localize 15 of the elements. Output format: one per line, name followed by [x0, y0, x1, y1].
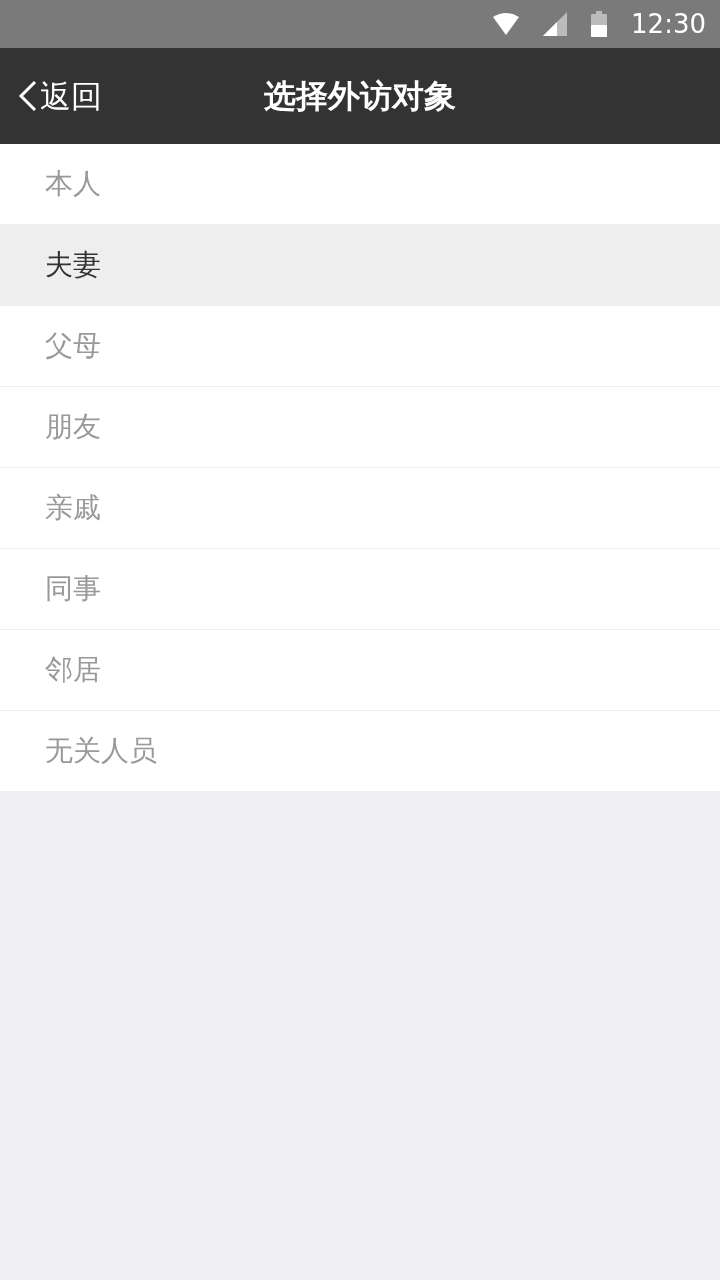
- list-item[interactable]: 父母: [0, 306, 720, 387]
- list-item[interactable]: 亲戚: [0, 468, 720, 549]
- status-time: 12:30: [631, 7, 706, 41]
- list-item[interactable]: 夫妻: [0, 225, 720, 306]
- back-button[interactable]: 返回: [18, 48, 102, 144]
- battery-icon: [591, 11, 608, 37]
- wifi-icon: [493, 13, 520, 35]
- list-item[interactable]: 同事: [0, 549, 720, 630]
- list-item[interactable]: 本人: [0, 144, 720, 225]
- list-item[interactable]: 朋友: [0, 387, 720, 468]
- chevron-left-icon: [18, 80, 38, 112]
- page-title: 选择外访对象: [264, 76, 456, 117]
- list-item[interactable]: 邻居: [0, 630, 720, 711]
- signal-icon: [543, 12, 568, 36]
- list-item[interactable]: 无关人员: [0, 711, 720, 792]
